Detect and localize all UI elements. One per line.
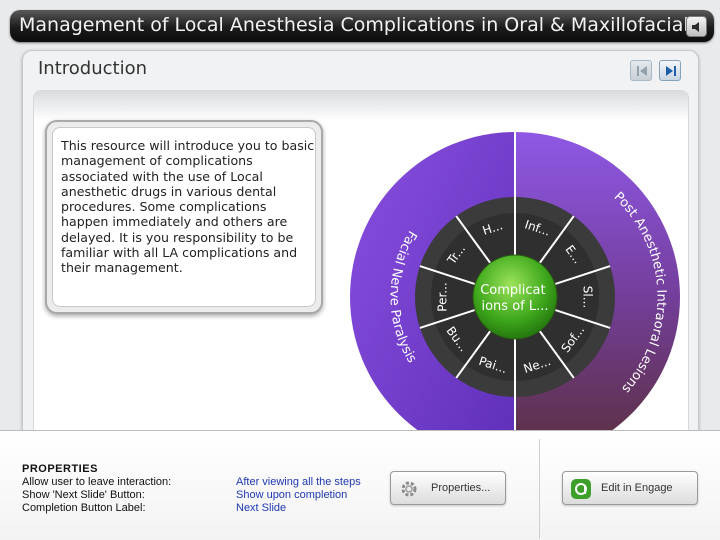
- prev-slide-button[interactable]: [630, 60, 652, 81]
- prop-label-completion: Completion Button Label:: [22, 502, 146, 514]
- prev-arrow-icon: [637, 66, 647, 76]
- prop-value-next-button: Show upon completion: [236, 489, 348, 501]
- properties-button-label: Properties...: [431, 482, 491, 494]
- intro-text-box: This resource will introduce you to basi…: [45, 120, 323, 314]
- properties-heading: PROPERTIES: [22, 463, 98, 475]
- prop-value-completion: Next Slide: [236, 502, 287, 514]
- wheel-segment-label[interactable]: Per...: [436, 282, 450, 311]
- complications-wheel: Facial Nerve Paralysis Post Anesthetic I…: [350, 132, 680, 430]
- properties-button[interactable]: Properties...: [390, 471, 506, 505]
- prop-label-leave: Allow user to leave interaction:: [22, 476, 172, 488]
- title-bar: Management of Local Anesthesia Complicat…: [10, 10, 714, 42]
- prop-label-next-button: Show 'Next Slide' Button:: [22, 489, 145, 501]
- engage-logo-icon: [571, 479, 591, 499]
- center-label: Complicat ions of L...: [480, 283, 550, 314]
- course-title: Management of Local Anesthesia Complicat…: [19, 14, 687, 36]
- edit-in-engage-label: Edit in Engage: [601, 482, 673, 494]
- edit-in-engage-button[interactable]: Edit in Engage: [562, 471, 698, 505]
- gear-icon: [401, 481, 417, 497]
- next-slide-button[interactable]: [659, 60, 681, 81]
- speaker-icon: [692, 22, 699, 32]
- wheel-segment-label[interactable]: Sl...: [581, 286, 595, 308]
- intro-text: This resource will introduce you to basi…: [61, 138, 315, 276]
- prop-value-leave: After viewing all the steps: [236, 476, 361, 488]
- audio-button[interactable]: [686, 16, 707, 37]
- slide-title: Introduction: [38, 58, 148, 79]
- next-arrow-icon: [666, 66, 676, 76]
